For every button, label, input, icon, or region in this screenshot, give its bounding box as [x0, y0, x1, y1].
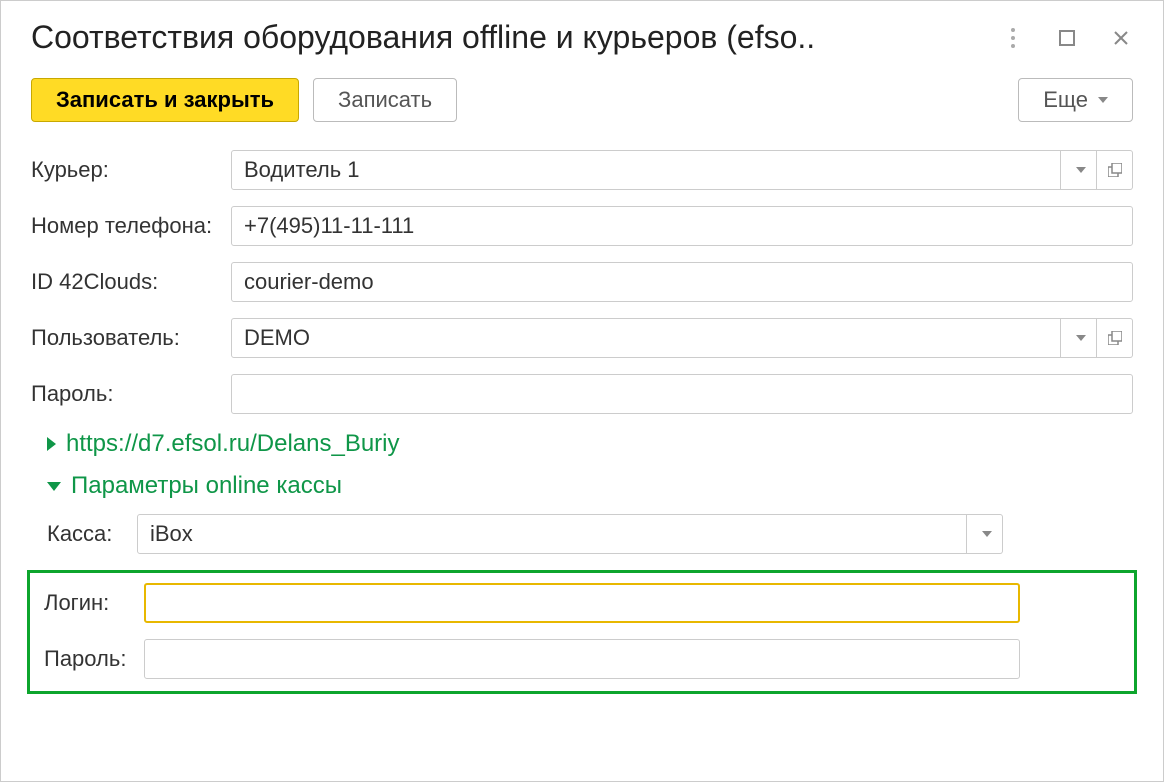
id42-label: ID 42Clouds:: [31, 269, 231, 295]
id42-input[interactable]: [231, 262, 1133, 302]
online-kassa-section-title: Параметры online кассы: [71, 472, 342, 500]
user-input[interactable]: [231, 318, 1061, 358]
chevron-down-icon: [1076, 335, 1086, 341]
chevron-down-icon: [1076, 167, 1086, 173]
user-dropdown-button[interactable]: [1061, 318, 1097, 358]
password-label: Пароль:: [31, 381, 231, 407]
save-button[interactable]: Записать: [313, 78, 457, 122]
kassa-password-input[interactable]: [144, 639, 1020, 679]
chevron-down-icon: [47, 482, 61, 491]
more-button-label: Еще: [1043, 87, 1088, 113]
user-open-button[interactable]: [1097, 318, 1133, 358]
login-label: Логин:: [44, 590, 144, 616]
courier-dropdown-button[interactable]: [1061, 150, 1097, 190]
kassa-password-label: Пароль:: [44, 646, 144, 672]
chevron-right-icon: [47, 437, 56, 451]
link-section-header[interactable]: https://d7.efsol.ru/Delans_Buriy: [47, 430, 1133, 458]
chevron-down-icon: [982, 531, 992, 537]
kassa-label: Касса:: [47, 521, 137, 547]
save-and-close-button[interactable]: Записать и закрыть: [31, 78, 299, 122]
user-label: Пользователь:: [31, 325, 231, 351]
courier-input[interactable]: [231, 150, 1061, 190]
more-button[interactable]: Еще: [1018, 78, 1133, 122]
maximize-icon[interactable]: [1055, 26, 1079, 50]
login-input[interactable]: [144, 583, 1020, 623]
kassa-dropdown-button[interactable]: [967, 514, 1003, 554]
courier-open-button[interactable]: [1097, 150, 1133, 190]
courier-label: Курьер:: [31, 157, 231, 183]
password-input[interactable]: [231, 374, 1133, 414]
open-icon: [1108, 331, 1122, 345]
phone-label: Номер телефона:: [31, 213, 231, 239]
more-options-icon[interactable]: [1001, 26, 1025, 50]
close-icon[interactable]: [1109, 26, 1133, 50]
phone-input[interactable]: [231, 206, 1133, 246]
open-icon: [1108, 163, 1122, 177]
chevron-down-icon: [1098, 97, 1108, 103]
kassa-input[interactable]: [137, 514, 967, 554]
credentials-highlight-box: Логин: Пароль:: [27, 570, 1137, 694]
online-kassa-section-header[interactable]: Параметры online кассы: [47, 472, 1133, 500]
link-section-title: https://d7.efsol.ru/Delans_Buriy: [66, 430, 400, 458]
page-title: Соответствия оборудования offline и курь…: [31, 19, 985, 56]
